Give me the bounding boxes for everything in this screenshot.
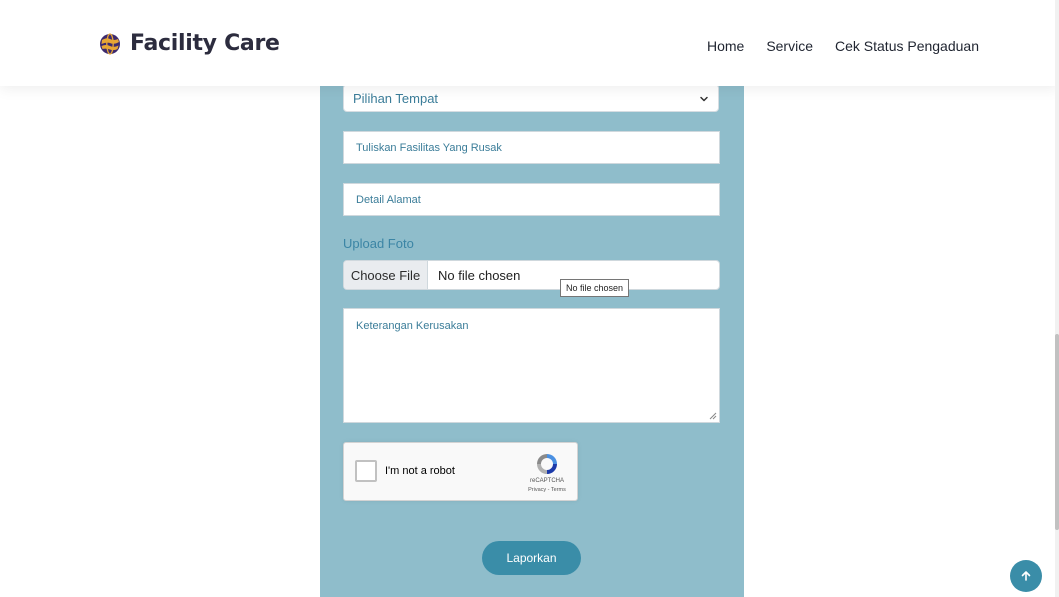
recaptcha-label: I'm not a robot bbox=[385, 465, 455, 477]
brand-name: Facility Care bbox=[130, 31, 280, 56]
location-select[interactable]: Pilihan Tempat bbox=[343, 84, 719, 112]
nav-link-service[interactable]: Service bbox=[766, 38, 813, 54]
recaptcha-brand: reCAPTCHA bbox=[529, 478, 564, 484]
brand[interactable]: Facility Care bbox=[99, 31, 280, 56]
recaptcha-checkbox[interactable] bbox=[355, 460, 377, 482]
recaptcha-icon bbox=[537, 454, 557, 474]
recaptcha-privacy-terms[interactable]: Privacy - Terms bbox=[516, 487, 578, 493]
file-status: No file chosen bbox=[438, 268, 521, 283]
resize-grip-icon[interactable] bbox=[709, 412, 717, 420]
nav-link-cek-status[interactable]: Cek Status Pengaduan bbox=[835, 38, 979, 54]
choose-file-button[interactable]: Choose File bbox=[344, 261, 428, 289]
file-input[interactable]: Choose File No file chosen bbox=[343, 260, 720, 290]
address-input[interactable]: Detail Alamat bbox=[343, 183, 720, 216]
file-tooltip: No file chosen bbox=[560, 279, 629, 297]
description-placeholder: Keterangan Kerusakan bbox=[356, 320, 469, 332]
arrow-up-icon bbox=[1021, 571, 1031, 581]
address-input-placeholder: Detail Alamat bbox=[356, 194, 421, 206]
chevron-down-icon bbox=[700, 96, 708, 102]
description-textarea[interactable]: Keterangan Kerusakan bbox=[343, 308, 720, 423]
upload-photo-label: Upload Foto bbox=[343, 236, 414, 251]
nav-link-home[interactable]: Home bbox=[707, 38, 744, 54]
location-select-value: Pilihan Tempat bbox=[353, 91, 439, 106]
nav-links: Home Service Cek Status Pengaduan bbox=[707, 38, 979, 54]
back-to-top-button[interactable] bbox=[1010, 560, 1042, 592]
facility-input[interactable]: Tuliskan Fasilitas Yang Rusak bbox=[343, 131, 720, 164]
globe-icon bbox=[100, 32, 120, 55]
report-submit-button[interactable]: Laporkan bbox=[482, 541, 581, 575]
scrollbar[interactable] bbox=[1055, 0, 1059, 597]
page: Facility Care Home Service Cek Status Pe… bbox=[0, 0, 1059, 597]
facility-input-placeholder: Tuliskan Fasilitas Yang Rusak bbox=[356, 142, 502, 154]
recaptcha-widget: I'm not a robot reCAPTCHA Privacy - Term… bbox=[343, 442, 578, 501]
navbar: Facility Care Home Service Cek Status Pe… bbox=[0, 0, 1059, 86]
scrollbar-thumb[interactable] bbox=[1055, 334, 1059, 530]
